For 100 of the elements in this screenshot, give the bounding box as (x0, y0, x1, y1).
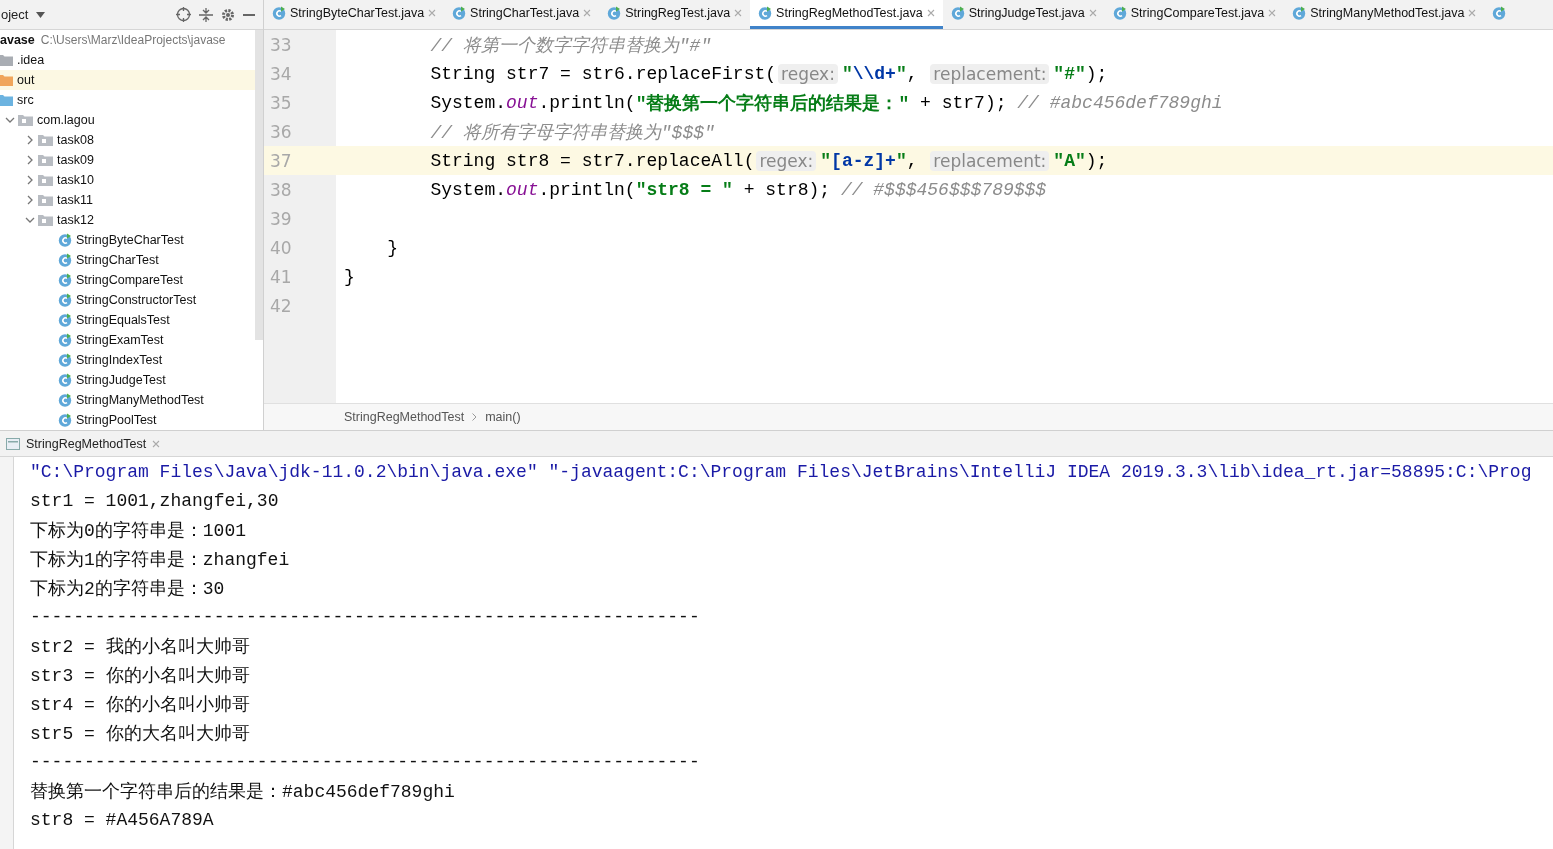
console-output: -------------------------------------------------------------- (30, 751, 700, 772)
tree-row[interactable]: com.lagou (0, 110, 255, 130)
code-text: String str7 = str6.replaceFirst( (429, 63, 777, 84)
code-text: } (386, 237, 398, 258)
code-text: [a-z]+ (831, 150, 896, 171)
console-output: str3 = 你的小名叫大帅哥 (30, 664, 250, 687)
package-icon (18, 114, 33, 126)
code-text: String str8 = str7.replaceAll( (429, 150, 755, 171)
code-text: "str8 = " (635, 179, 733, 200)
tree-row[interactable]: StringManyMethodTest (0, 390, 255, 410)
parameter-hint: replacement: (930, 63, 1050, 84)
collapse-icon[interactable] (199, 7, 213, 22)
tree-row[interactable]: StringPoolTest (0, 410, 255, 430)
class-icon (1492, 6, 1507, 20)
editor-tab[interactable]: StringRegTest.java (599, 0, 751, 29)
tree-row[interactable]: src (0, 90, 255, 110)
folder-icon (0, 94, 13, 106)
code-text: + str8); (742, 179, 832, 200)
code-text: + str7); (919, 92, 1008, 113)
editor-tab[interactable]: StringByteCharTest.java (264, 0, 445, 29)
code-text: , (906, 150, 919, 171)
run-tab[interactable]: StringRegMethodTest (0, 436, 167, 451)
tree-row[interactable]: task11 (0, 190, 255, 210)
project-path: C:\Users\Marz\IdeaProjects\javase (40, 33, 226, 47)
console-output: 替换第一个字符串后的结果是：#abc456def789ghi (30, 780, 455, 803)
class-icon (58, 253, 72, 267)
panel-title[interactable]: oject (1, 7, 29, 22)
console-output: str2 = 我的小名叫大帅哥 (30, 635, 250, 658)
project-name[interactable]: avase (0, 33, 35, 47)
code-text: \\d+ (852, 63, 896, 84)
tree-row[interactable]: StringExamTest (0, 330, 255, 350)
package-icon (38, 194, 53, 206)
tree-row[interactable]: StringCompareTest (0, 270, 255, 290)
tree-row[interactable]: StringByteCharTest (0, 230, 255, 250)
class-icon (58, 353, 72, 367)
code-text: " (895, 63, 907, 84)
class-icon (272, 6, 286, 20)
close-icon[interactable] (926, 9, 935, 17)
code-text: "A" (1053, 150, 1086, 171)
console-output: 下标为1的字符串是：zhangfei (30, 548, 290, 571)
code-text: .println( (538, 92, 636, 113)
folder-icon (0, 54, 13, 66)
dropdown-caret-icon[interactable] (36, 11, 46, 18)
class-icon (452, 6, 467, 20)
code-text: " (820, 150, 832, 171)
minimize-icon[interactable] (243, 13, 255, 16)
code-text: out (506, 92, 539, 113)
code-text: " (895, 150, 907, 171)
tree-row[interactable]: out (0, 70, 255, 90)
console-icon (6, 437, 20, 450)
class-icon (58, 413, 72, 427)
breadcrumb-item[interactable]: StringRegMethodTest (344, 410, 465, 424)
code-text: , (906, 63, 919, 84)
console-output: 下标为2的字符串是：30 (30, 577, 225, 600)
console-output: 下标为0的字符串是：1001 (30, 519, 246, 542)
scrollbar[interactable] (255, 30, 263, 340)
console-output: str8 = #A456A789A (30, 809, 214, 830)
command-line: "C:\Program Files\Java\jdk-11.0.2\bin\java.exe" "-javaagent:C:\Program Files\JetBrains\IntelliJ IDEA 2019.3.3\lib\idea_rt.jar=58895:C:\Prog (30, 461, 1532, 482)
tree-row[interactable]: StringIndexTest (0, 350, 255, 370)
tree-row[interactable]: task09 (0, 150, 255, 170)
breadcrumb-item[interactable]: main() (485, 410, 521, 424)
class-icon (58, 393, 72, 407)
parameter-hint: regex: (756, 150, 817, 171)
editor-tab[interactable]: StringJudgeTest.java (942, 0, 1105, 29)
package-icon (38, 214, 53, 226)
package-icon (38, 154, 53, 166)
code-text: ); (1085, 150, 1108, 171)
editor-tab[interactable]: StringCompareTest.java (1104, 0, 1285, 29)
code-text: // #$$$456$$$789$$$ (840, 179, 1047, 200)
code-text: // 将所有字母字符串替换为"$$$" (429, 121, 715, 144)
tree-row[interactable]: task08 (0, 130, 255, 150)
tree-row[interactable]: StringJudgeTest (0, 370, 255, 390)
class-icon (58, 233, 72, 247)
class-icon (607, 6, 622, 20)
tree-row[interactable]: StringConstructorTest (0, 290, 255, 310)
parameter-hint: regex: (778, 63, 838, 84)
tree-row[interactable]: task12 (0, 210, 255, 230)
tree-row[interactable]: .idea (0, 50, 255, 70)
tree-row[interactable]: StringEqualsTest (0, 310, 255, 330)
crosshair-icon[interactable] (176, 7, 191, 22)
folder-icon (0, 74, 13, 86)
class-icon (1112, 6, 1127, 20)
editor-tab[interactable]: StringRegMethodTest.java (750, 0, 943, 29)
code-text: "#" (1053, 63, 1086, 84)
code-text: System. (429, 179, 507, 200)
chevron-down-icon[interactable] (5, 115, 15, 125)
console-output: str5 = 你的大名叫大帅哥 (30, 722, 250, 745)
code-text: // #abc456def789ghi (1017, 92, 1223, 113)
class-icon (950, 6, 965, 20)
tree-row[interactable]: StringCharTest (0, 250, 255, 270)
editor-tab[interactable]: StringManyMethodTest.java (1284, 0, 1485, 29)
chevron-down-icon[interactable] (25, 215, 35, 225)
settings-icon[interactable] (221, 7, 235, 22)
chevron-right-icon (472, 413, 478, 421)
class-icon (58, 373, 72, 387)
class-icon (58, 273, 72, 287)
code-text: "替换第一个字符串后的结果是：" (635, 92, 910, 115)
tree-row[interactable]: task10 (0, 170, 255, 190)
console-output: -------------------------------------------------------------- (30, 606, 700, 627)
editor-tab[interactable]: StringCharTest.java (444, 0, 600, 29)
